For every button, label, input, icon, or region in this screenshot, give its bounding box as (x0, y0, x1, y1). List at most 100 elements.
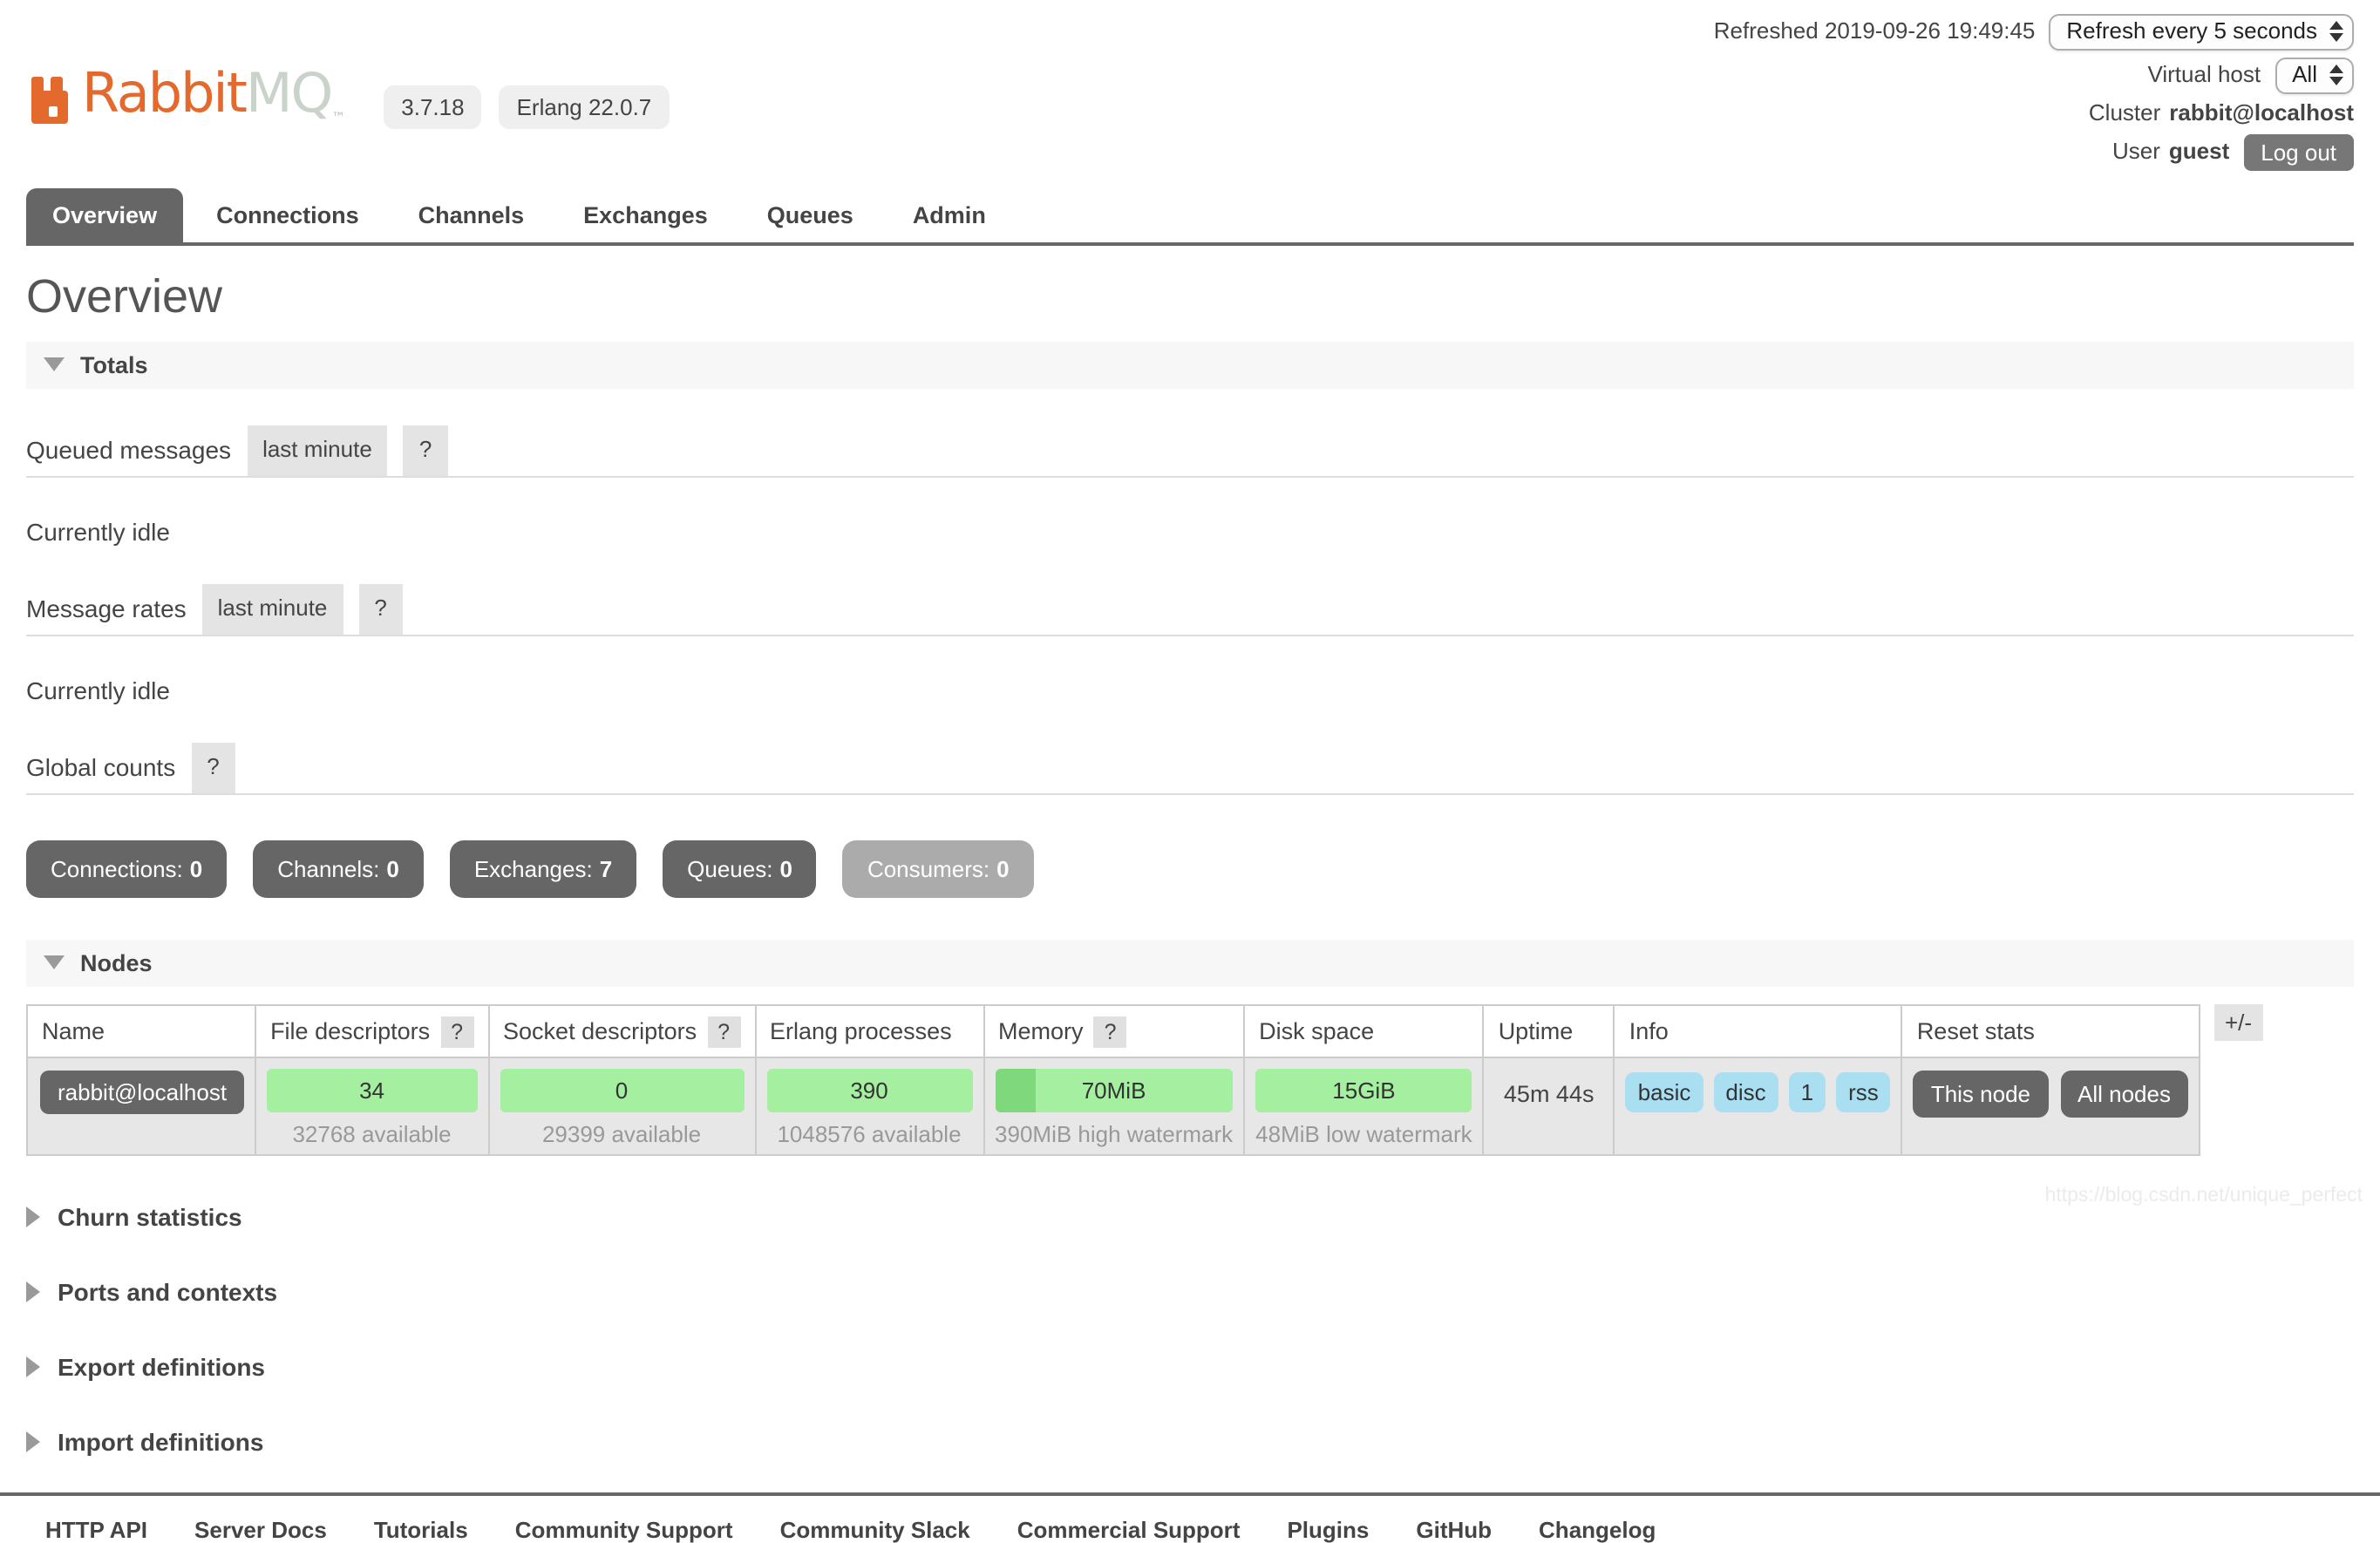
info-cell: basic disc 1 rss (1613, 1056, 1903, 1156)
queues-count-label: Queues: (687, 855, 773, 882)
totals-section-header[interactable]: Totals (26, 341, 2354, 389)
tab-admin[interactable]: Admin (887, 188, 1012, 242)
col-uptime: Uptime (1482, 1003, 1615, 1058)
tab-exchanges[interactable]: Exchanges (557, 188, 734, 242)
erlang-processes-meter: 390 (766, 1068, 973, 1112)
footer-link-commercial-support[interactable]: Commercial Support (1017, 1517, 1241, 1543)
connections-count-button[interactable]: Connections: 0 (26, 839, 228, 898)
nodes-section-header[interactable]: Nodes (26, 939, 2354, 987)
memory-meter: 70MiB (995, 1068, 1234, 1112)
virtual-host-label: Virtual host (2147, 60, 2261, 87)
socket-descriptors-cell: 0 29399 available (487, 1056, 757, 1156)
file-descriptors-meter: 34 (267, 1068, 478, 1112)
reset-all-nodes-button[interactable]: All nodes (2060, 1070, 2188, 1118)
uptime-value: 45m 44s (1503, 1080, 1595, 1107)
consumers-count-label: Consumers: (867, 855, 990, 882)
tab-connections[interactable]: Connections (190, 188, 385, 242)
triangle-right-icon (26, 1206, 40, 1227)
help-icon[interactable]: ? (1093, 1016, 1127, 1048)
rabbitmq-rabbit-icon (26, 69, 78, 137)
rabbitmq-logo[interactable]: RabbitMQ™ (26, 68, 346, 137)
file-descriptors-cell: 34 32768 available (255, 1056, 490, 1156)
version-badges: 3.7.18 Erlang 22.0.7 (384, 85, 670, 130)
global-counts-header: Global counts ? (26, 742, 2354, 795)
rates-help-button[interactable]: ? (358, 583, 403, 635)
brand-rabbit: Rabbit (82, 63, 248, 126)
brand-text: RabbitMQ™ (82, 68, 346, 126)
col-ep-label: Erlang processes (770, 1017, 952, 1044)
reset-buttons: This node All nodes (1913, 1069, 2188, 1118)
consumers-count-value: 0 (996, 855, 1010, 882)
triangle-right-icon (26, 1356, 40, 1377)
nodes-section-label: Nodes (80, 949, 153, 976)
columns-expander-button[interactable]: +/- (2213, 1003, 2263, 1041)
footer-link-server-docs[interactable]: Server Docs (194, 1517, 327, 1543)
col-memory-label: Memory (998, 1017, 1084, 1044)
brand-mq: MQ (245, 63, 333, 126)
memory-watermark: 390MiB high watermark (995, 1120, 1234, 1147)
refresh-interval-select[interactable]: Refresh every 5 seconds (2049, 14, 2354, 51)
info-badge-disc: disc (1713, 1071, 1778, 1112)
import-definitions-section-header[interactable]: Import definitions (26, 1428, 2354, 1456)
erlang-processes-available: 1048576 available (777, 1120, 962, 1147)
help-icon[interactable]: ? (707, 1016, 741, 1048)
socket-descriptors-available: 29399 available (541, 1120, 702, 1147)
col-socket-descriptors: Socket descriptors? (487, 1003, 757, 1058)
global-counts-help-button[interactable]: ? (191, 742, 235, 793)
tab-overview[interactable]: Overview (26, 187, 184, 242)
cluster-name: rabbit@localhost (2169, 99, 2354, 126)
main-nav-tabs: Overview Connections Channels Exchanges … (26, 187, 2354, 246)
help-icon[interactable]: ? (440, 1016, 474, 1048)
import-definitions-label: Import definitions (58, 1427, 264, 1456)
footer-link-community-slack[interactable]: Community Slack (780, 1517, 970, 1543)
connections-count-value: 0 (189, 855, 203, 882)
cluster-label: Cluster (2088, 99, 2161, 126)
erlang-version-badge: Erlang 22.0.7 (499, 85, 670, 130)
footer-link-github[interactable]: GitHub (1416, 1517, 1492, 1543)
reset-this-node-button[interactable]: This node (1913, 1070, 2048, 1118)
tab-queues[interactable]: Queues (741, 188, 880, 242)
queued-help-button[interactable]: ? (403, 425, 448, 476)
footer-link-http-api[interactable]: HTTP API (45, 1517, 147, 1543)
reset-stats-cell: This node All nodes (1901, 1056, 2200, 1156)
col-sd-label: Socket descriptors (503, 1017, 697, 1044)
virtual-host-select[interactable]: All (2275, 57, 2354, 94)
file-descriptors-available: 32768 available (292, 1120, 452, 1147)
totals-section-label: Totals (80, 351, 148, 378)
node-name-cell: rabbit@localhost (25, 1056, 257, 1156)
col-erlang-processes: Erlang processes (754, 1003, 985, 1058)
col-uptime-label: Uptime (1498, 1017, 1574, 1044)
channels-count-label: Channels: (277, 855, 380, 882)
col-disk-space: Disk space (1243, 1003, 1485, 1058)
info-badge-basic: basic (1625, 1071, 1703, 1112)
churn-statistics-label: Churn statistics (58, 1202, 242, 1231)
rabbitmq-version-badge: 3.7.18 (384, 85, 482, 130)
tab-channels[interactable]: Channels (392, 188, 551, 242)
global-counts-label: Global counts (26, 752, 176, 781)
col-name: Name (25, 1003, 257, 1058)
channels-count-button[interactable]: Channels: 0 (253, 839, 424, 898)
export-definitions-section-header[interactable]: Export definitions (26, 1353, 2354, 1381)
ports-and-contexts-section-header[interactable]: Ports and contexts (26, 1278, 2354, 1306)
col-memory: Memory? (983, 1003, 1246, 1058)
refreshed-timestamp: 2019-09-26 19:49:45 (1824, 17, 2036, 44)
refresh-row: Refreshed 2019-09-26 19:49:45 Refresh ev… (1714, 14, 2354, 51)
nodes-table-zone: Name File descriptors? Socket descriptor… (25, 1003, 2354, 1156)
footer-link-changelog[interactable]: Changelog (1539, 1517, 1656, 1543)
global-count-buttons: Connections: 0 Channels: 0 Exchanges: 7 Que… (26, 839, 2354, 898)
footer-link-tutorials[interactable]: Tutorials (374, 1517, 468, 1543)
col-reset-stats: Reset stats (1901, 1003, 2200, 1058)
consumers-count-button[interactable]: Consumers: 0 (842, 839, 1034, 898)
memory-used: 70MiB (1081, 1077, 1146, 1104)
brand-trademark: ™ (331, 110, 346, 126)
queued-window-tab[interactable]: last minute (247, 425, 388, 476)
user-row: User guest Log out (2112, 133, 2354, 171)
node-name-link[interactable]: rabbit@localhost (40, 1070, 245, 1114)
exchanges-count-button[interactable]: Exchanges: 7 (449, 839, 637, 898)
footer-link-plugins[interactable]: Plugins (1287, 1517, 1369, 1543)
log-out-button[interactable]: Log out (2243, 133, 2354, 171)
footer-link-community-support[interactable]: Community Support (515, 1517, 733, 1543)
queues-count-button[interactable]: Queues: 0 (663, 839, 817, 898)
churn-statistics-section-header[interactable]: Churn statistics (26, 1203, 2354, 1231)
rates-window-tab[interactable]: last minute (201, 583, 343, 635)
